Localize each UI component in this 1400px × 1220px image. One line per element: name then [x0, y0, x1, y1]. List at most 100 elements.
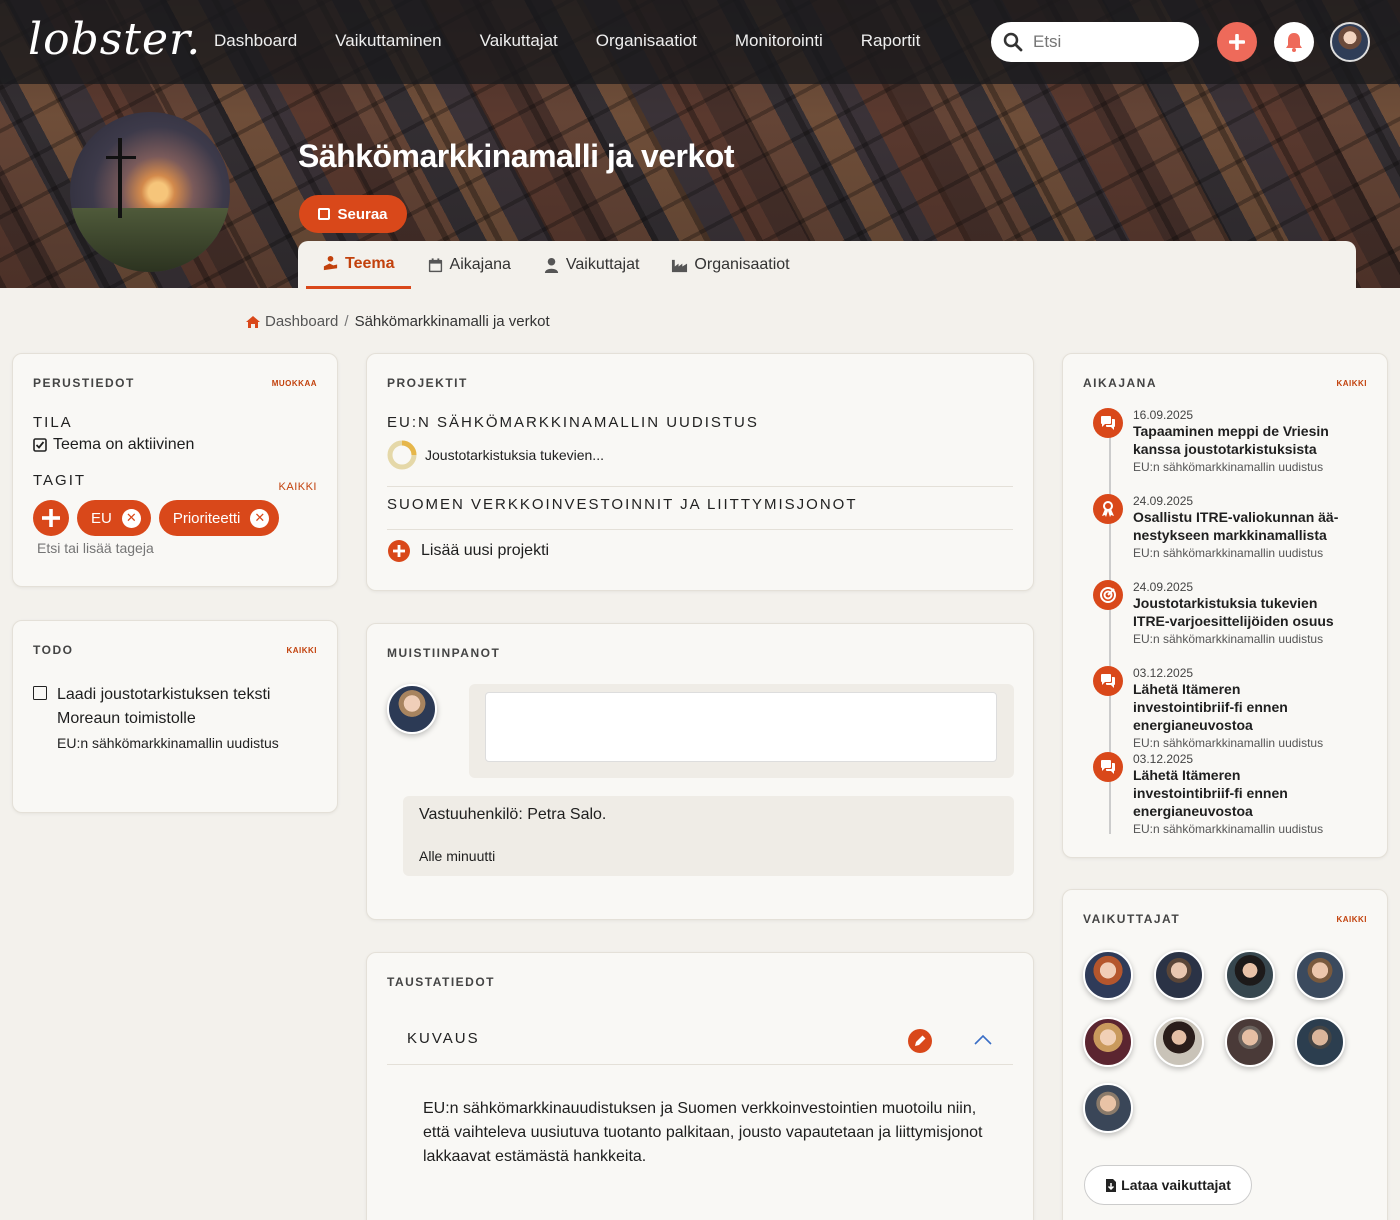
influencer-avatar[interactable]	[1083, 1017, 1133, 1067]
author-avatar	[387, 684, 437, 734]
timeline-all-link[interactable]: KAIKKI	[1336, 379, 1367, 388]
influencer-avatar[interactable]	[1083, 1083, 1133, 1133]
status-value: Teema on aktiivinen	[53, 436, 195, 453]
remove-tag-icon[interactable]: ✕	[121, 508, 141, 528]
tags-heading: TAGIT	[33, 472, 87, 489]
download-influencers-button[interactable]: Lataa vaikuttajat	[1084, 1165, 1252, 1205]
remove-tag-icon[interactable]: ✕	[250, 508, 270, 528]
breadcrumb-separator: /	[344, 313, 349, 330]
page-title: Sähkömarkkinamalli ja verkot	[298, 138, 735, 174]
tab-aikajana[interactable]: Aikajana	[411, 241, 527, 289]
tag-prioriteetti[interactable]: Prioriteetti ✕	[158, 500, 280, 536]
ribbon-icon	[1093, 494, 1123, 524]
chat-icon	[1093, 666, 1123, 696]
timeline-title-text: Tapaaminen meppi de Vriesin kanssa joust…	[1133, 423, 1329, 457]
tag-label: EU	[91, 509, 112, 527]
tab-organisaatiot[interactable]: Organisaatiot	[655, 241, 805, 289]
timeline-item[interactable]: 24.09.2025 Joustotarkistuksia tukevien IT…	[1093, 580, 1345, 646]
note-meta: Alle minuutti	[419, 848, 496, 864]
todo-item: Laadi joustotarkistuksen teksti Moreaun …	[33, 683, 323, 751]
influencer-avatar[interactable]	[1083, 950, 1133, 1000]
tab-label: Organisaatiot	[694, 256, 790, 273]
checked-box-icon	[33, 438, 47, 452]
breadcrumb-home[interactable]: Dashboard	[245, 313, 338, 330]
timeline-project: EU:n sähkömarkkinamallin uudistus	[1133, 632, 1324, 646]
logo[interactable]: lobster.	[28, 14, 201, 65]
timeline-title-text: Lähetä Itämeren investointibriif-fi enne…	[1133, 681, 1288, 733]
todo-all-link[interactable]: KAIKKI	[286, 646, 317, 655]
status-row: Teema on aktiivinen	[33, 436, 194, 454]
tab-label: Vaikuttajat	[565, 256, 640, 273]
add-project-button[interactable]: Lisää uusi projekti	[387, 539, 549, 563]
status-heading: TILA	[33, 414, 73, 431]
edit-icon[interactable]	[907, 1028, 933, 1054]
nav-links: Dashboard Vaikuttaminen Vaikuttajat Orga…	[214, 31, 920, 51]
plus-icon	[42, 509, 60, 527]
nav-link-vaikuttajat[interactable]: Vaikuttajat	[480, 31, 558, 51]
plus-circle-icon	[388, 540, 410, 562]
add-tag-button[interactable]	[33, 500, 69, 536]
influencer-avatar[interactable]	[1295, 1017, 1345, 1067]
timeline-item[interactable]: 24.09.2025 Osallistu ITRE-valiokunnan ää-…	[1093, 494, 1345, 560]
todo-checkbox[interactable]	[33, 686, 47, 700]
todo-text: Laadi joustotarkistuksen teksti Moreaun …	[57, 686, 271, 727]
project-name[interactable]: EU:N SÄHKÖMARKKINAMALLIN UUDISTUS	[387, 414, 759, 431]
person-icon	[544, 257, 559, 273]
projects-title: PROJEKTIT	[387, 376, 468, 390]
influencers-all-link[interactable]: KAIKKI	[1336, 915, 1367, 924]
tab-teema[interactable]: Teema	[306, 241, 411, 289]
tags-all-link[interactable]: KAIKKI	[279, 481, 317, 493]
project-task-row[interactable]: Joustotarkistuksia tukevien...	[387, 440, 604, 470]
project-task: Joustotarkistuksia tukevien...	[425, 447, 604, 463]
timeline-item[interactable]: 16.09.2025 Tapaaminen meppi de Vriesin ka…	[1093, 408, 1345, 474]
chat-icon	[1093, 408, 1123, 438]
note-entry: Vastuuhenkilö: Petra Salo. Alle minuutti	[403, 796, 1014, 876]
nav-link-monitorointi[interactable]: Monitorointi	[735, 31, 823, 51]
nav-link-raportit[interactable]: Raportit	[861, 31, 921, 51]
progress-ring-icon	[387, 440, 417, 470]
influencer-avatar[interactable]	[1154, 1017, 1204, 1067]
search-box[interactable]	[991, 22, 1199, 62]
tag-eu[interactable]: EU ✕	[77, 500, 151, 536]
project-name[interactable]: SUOMEN VERKKOINVESTOINNIT JA LIITTYMISJO…	[387, 496, 858, 513]
tag-search-input[interactable]	[37, 540, 297, 556]
basics-title: PERUSTIEDOT	[33, 376, 135, 390]
chat-icon	[1093, 752, 1123, 782]
theme-image-tower	[118, 138, 122, 218]
theme-image-tower-arm	[106, 156, 136, 159]
timeline-project: EU:n sähkömarkkinamallin uudistus	[1133, 546, 1324, 560]
todo-project[interactable]: EU:n sähkömarkkinamallin uudistus	[57, 735, 323, 751]
plus-icon	[1229, 34, 1245, 50]
chevron-up-icon[interactable]	[973, 1034, 993, 1046]
projects-card: PROJEKTIT EU:N SÄHKÖMARKKINAMALLIN UUDIS…	[366, 353, 1034, 591]
basics-edit-link[interactable]: MUOKKAA	[272, 379, 317, 388]
timeline-item[interactable]: 03.12.2025 Lähetä Itämeren investointibri…	[1093, 752, 1345, 836]
influencer-avatar[interactable]	[1225, 1017, 1275, 1067]
timeline-item[interactable]: 03.12.2025 Lähetä Itämeren investointibri…	[1093, 666, 1345, 750]
influencer-avatar[interactable]	[1225, 950, 1275, 1000]
nav-link-organisaatiot[interactable]: Organisaatiot	[596, 31, 697, 51]
target-icon	[1093, 580, 1123, 610]
nav-link-vaikuttaminen[interactable]: Vaikuttaminen	[335, 31, 441, 51]
influencer-avatar[interactable]	[1295, 950, 1345, 1000]
influencer-avatar[interactable]	[1154, 950, 1204, 1000]
notes-title: MUISTIINPANOT	[387, 646, 501, 660]
basics-card: PERUSTIEDOT MUOKKAA TILA Teema on aktiiv…	[12, 353, 338, 587]
home-icon	[246, 315, 260, 328]
timeline-project: EU:n sähkömarkkinamallin uudistus	[1133, 736, 1324, 750]
user-avatar[interactable]	[1330, 22, 1370, 62]
search-input[interactable]	[1033, 32, 1183, 52]
tab-label: Aikajana	[449, 256, 511, 273]
tab-vaikuttajat[interactable]: Vaikuttajat	[527, 241, 656, 289]
theme-image	[70, 112, 230, 272]
divider	[387, 1064, 1013, 1065]
divider	[387, 529, 1013, 530]
add-button[interactable]	[1217, 22, 1257, 62]
follow-button[interactable]: Seuraa	[299, 195, 407, 233]
tab-bar: Teema Aikajana Vaikuttajat Organisaatiot	[298, 241, 1356, 289]
description-heading: KUVAUS	[407, 1030, 480, 1047]
notifications-button[interactable]	[1274, 22, 1314, 62]
note-input[interactable]	[485, 692, 997, 762]
nav-link-dashboard[interactable]: Dashboard	[214, 31, 297, 51]
timeline-card: AIKAJANA KAIKKI 16.09.2025 Tapaaminen mep…	[1062, 353, 1388, 858]
